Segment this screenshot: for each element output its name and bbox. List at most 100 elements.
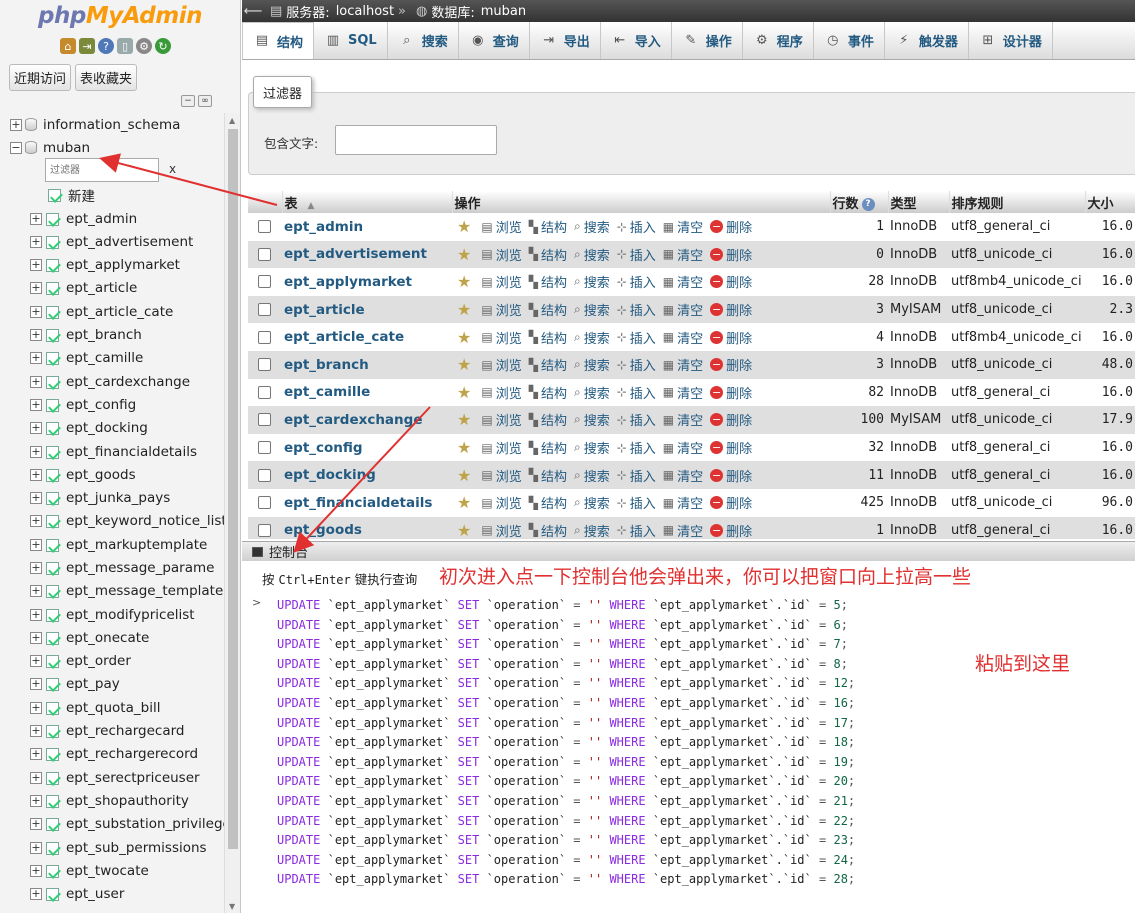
structure-action[interactable]: ▚ 结构 — [529, 410, 567, 430]
row-checkbox[interactable] — [258, 330, 271, 344]
console-query-line[interactable]: UPDATE `ept_applymarket` SET `operation`… — [277, 733, 855, 753]
insert-label[interactable]: 插入 — [630, 328, 656, 347]
tab-operations[interactable]: ✎ 操作 — [672, 22, 743, 59]
search-action[interactable]: ⌕ 搜索 — [574, 493, 610, 512]
tree-table-label[interactable]: ept_article — [66, 280, 137, 296]
tree-table-label[interactable]: ept_article_cate — [66, 304, 173, 320]
collation-header[interactable]: 排序规则 — [949, 191, 1086, 213]
tree-table-label[interactable]: ept_message_template — [66, 583, 223, 599]
empty-action[interactable]: ▦ 清空 — [663, 438, 703, 458]
tree-table-label[interactable]: ept_message_parame — [66, 560, 214, 576]
insert-action[interactable]: ⊹ 插入 — [617, 383, 656, 402]
search-label[interactable]: 搜索 — [584, 217, 610, 236]
home-icon[interactable]: ⌂ — [60, 38, 76, 54]
row-checkbox[interactable] — [258, 468, 271, 482]
insert-action[interactable]: ⊹ 插入 — [617, 300, 656, 320]
drop-label[interactable]: 删除 — [726, 466, 752, 485]
empty-label[interactable]: 清空 — [677, 466, 703, 485]
empty-label[interactable]: 清空 — [677, 438, 703, 457]
browse-label[interactable]: 浏览 — [496, 438, 522, 457]
search-label[interactable]: 搜索 — [584, 245, 610, 264]
console-query-line[interactable]: UPDATE `ept_applymarket` SET `operation`… — [277, 753, 855, 773]
console-query-line[interactable]: UPDATE `ept_applymarket` SET `operation`… — [277, 635, 855, 655]
structure-action[interactable]: ▚ 结构 — [529, 355, 567, 375]
console-query-log[interactable]: UPDATE `ept_applymarket` SET `operation`… — [277, 596, 855, 890]
browse-label[interactable]: 浏览 — [496, 355, 522, 374]
console-query-line[interactable]: UPDATE `ept_applymarket` SET `operation`… — [277, 772, 855, 792]
type-header[interactable]: 类型 — [888, 191, 950, 213]
tab-sql[interactable]: ▥ SQL — [314, 22, 388, 59]
insert-label[interactable]: 插入 — [630, 493, 656, 512]
insert-action[interactable]: ⊹ 插入 — [617, 245, 656, 264]
drop-label[interactable]: 删除 — [726, 217, 752, 236]
expand-icon[interactable]: + — [30, 678, 42, 691]
drop-label[interactable]: 删除 — [726, 383, 752, 402]
expand-icon[interactable]: + — [30, 259, 42, 272]
database-link[interactable]: muban — [481, 4, 526, 19]
tree-table-item[interactable]: + ept_junka_pays — [0, 486, 224, 509]
expand-icon[interactable]: + — [30, 235, 42, 248]
table-name-link[interactable]: ept_article_cate — [284, 329, 404, 345]
favorite-star-icon[interactable]: ★ — [457, 300, 471, 319]
structure-action[interactable]: ▚ 结构 — [529, 466, 567, 485]
tree-table-label[interactable]: ept_cardexchange — [66, 374, 190, 390]
empty-label[interactable]: 清空 — [677, 272, 703, 291]
tree-table-item[interactable]: + ept_serectpriceuser — [0, 766, 224, 789]
tab-structure[interactable]: ▤ 结构 — [242, 22, 315, 59]
empty-label[interactable]: 清空 — [677, 355, 703, 374]
drop-action[interactable]: − 删除 — [710, 438, 752, 457]
tree-table-item[interactable]: + ept_onecate — [0, 626, 224, 649]
expand-icon[interactable]: + — [30, 515, 42, 528]
insert-action[interactable]: ⊹ 插入 — [617, 521, 656, 539]
structure-label[interactable]: 结构 — [541, 383, 567, 402]
server-link[interactable]: localhost — [336, 4, 394, 19]
table-name-link[interactable]: ept_docking — [284, 467, 376, 483]
search-label[interactable]: 搜索 — [584, 438, 610, 457]
drop-label[interactable]: 删除 — [726, 328, 752, 347]
favorites-button[interactable]: 表收藏夹 — [75, 64, 138, 91]
expand-icon[interactable]: + — [30, 631, 42, 644]
tree-table-label[interactable]: ept_twocate — [66, 863, 149, 879]
table-name-link[interactable]: ept_admin — [284, 219, 363, 235]
expand-icon[interactable]: + — [30, 305, 42, 318]
empty-label[interactable]: 清空 — [677, 217, 703, 236]
structure-action[interactable]: ▚ 结构 — [529, 300, 567, 320]
browse-label[interactable]: 浏览 — [496, 493, 522, 512]
tree-table-item[interactable]: + ept_markuptemplate — [0, 533, 224, 556]
structure-action[interactable]: ▚ 结构 — [529, 493, 567, 513]
expand-icon[interactable]: + — [30, 398, 42, 411]
browse-action[interactable]: ▤ 浏览 — [481, 383, 521, 402]
browse-label[interactable]: 浏览 — [496, 383, 522, 402]
tree-table-item[interactable]: + ept_financialdetails — [0, 440, 224, 463]
search-label[interactable]: 搜索 — [584, 521, 610, 539]
insert-action[interactable]: ⊹ 插入 — [617, 493, 656, 513]
recent-button[interactable]: 近期访问 — [9, 64, 72, 91]
console-panel[interactable]: 按 Ctrl+Enter 键执行查询 初次进入点一下控制台他会弹出来，你可以把窗… — [242, 561, 1135, 913]
tree-table-label[interactable]: ept_docking — [66, 420, 148, 436]
tree-table-label[interactable]: ept_pay — [66, 676, 120, 692]
expand-icon[interactable]: + — [30, 282, 42, 295]
tree-table-item[interactable]: + ept_quota_bill — [0, 696, 224, 719]
tree-table-item[interactable]: + ept_pay — [0, 673, 224, 696]
empty-label[interactable]: 清空 — [677, 245, 703, 264]
structure-label[interactable]: 结构 — [541, 217, 567, 236]
insert-label[interactable]: 插入 — [630, 410, 656, 429]
console-query-line[interactable]: UPDATE `ept_applymarket` SET `operation`… — [277, 674, 855, 694]
drop-action[interactable]: − 删除 — [710, 410, 752, 429]
row-checkbox[interactable] — [258, 385, 271, 399]
structure-label[interactable]: 结构 — [541, 438, 567, 457]
search-label[interactable]: 搜索 — [584, 383, 610, 402]
drop-label[interactable]: 删除 — [726, 410, 752, 429]
expand-icon[interactable]: + — [30, 561, 42, 574]
search-label[interactable]: 搜索 — [584, 272, 610, 291]
tree-table-item[interactable]: + ept_rechargerecord — [0, 743, 224, 766]
tree-table-label[interactable]: ept_financialdetails — [66, 444, 197, 460]
tree-table-label[interactable]: ept_markuptemplate — [66, 537, 207, 553]
structure-label[interactable]: 结构 — [541, 300, 567, 319]
tree-table-label[interactable]: ept_user — [66, 886, 124, 902]
drop-action[interactable]: − 删除 — [710, 466, 752, 485]
row-checkbox[interactable] — [258, 441, 271, 455]
rows-header-label[interactable]: 行数 — [833, 197, 859, 212]
insert-label[interactable]: 插入 — [630, 245, 656, 264]
empty-label[interactable]: 清空 — [677, 383, 703, 402]
